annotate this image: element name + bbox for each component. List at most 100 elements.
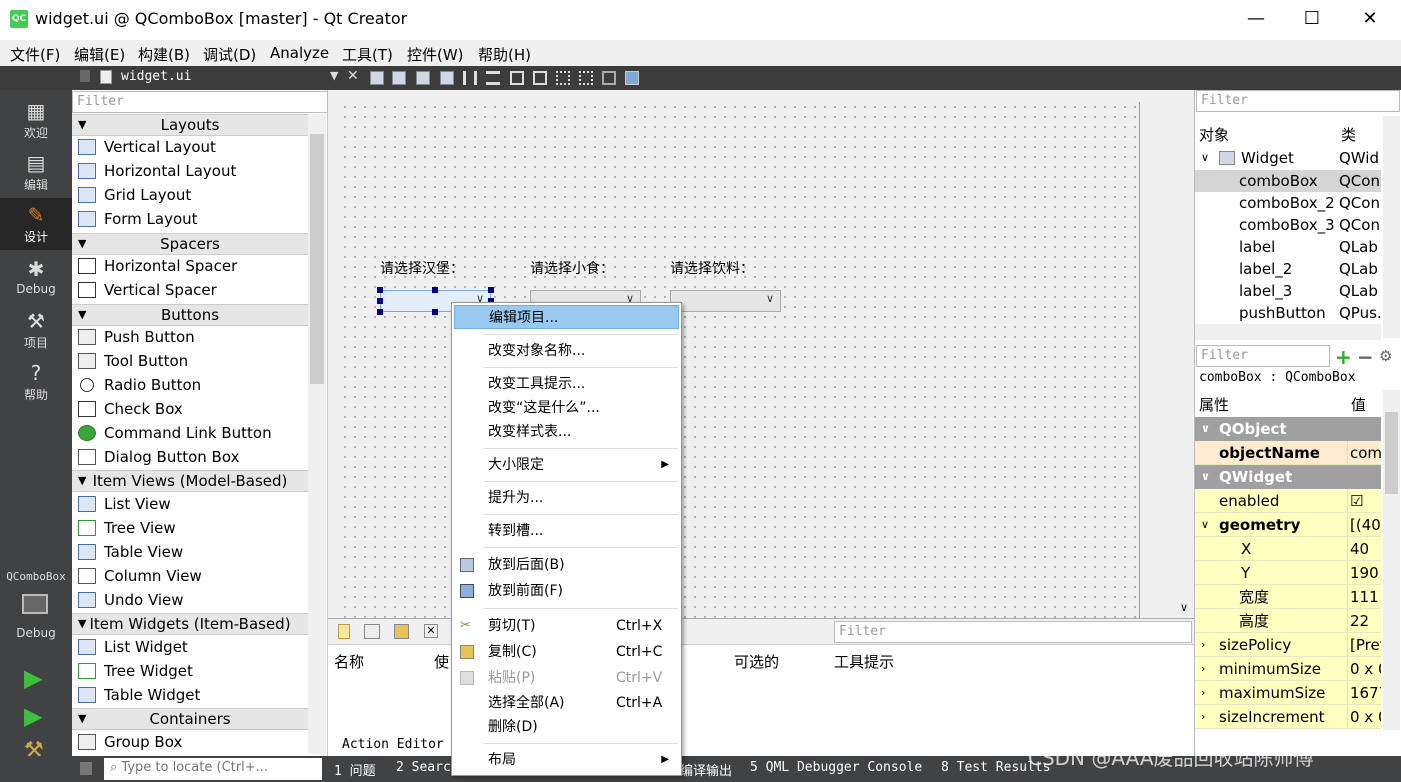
object-vscrollbar[interactable]	[1383, 116, 1400, 338]
category-item-views[interactable]: ▼ Item Views (Model-Based)	[72, 470, 308, 492]
mode-edit[interactable]: ▤ 编辑	[0, 146, 72, 198]
edit-signals-icon[interactable]	[392, 71, 406, 85]
close-editor-icon[interactable]: ✕	[347, 68, 359, 84]
widget-tree-view[interactable]: Tree View	[72, 516, 308, 540]
object-row-label-3[interactable]: label_3 QLab	[1195, 280, 1381, 302]
editor-filename[interactable]: widget.ui	[121, 69, 191, 84]
layout-form-icon[interactable]	[579, 71, 593, 85]
layout-splitter-h-icon[interactable]	[510, 71, 524, 85]
widget-tool-button[interactable]: Tool Button	[72, 349, 308, 373]
menu-delete[interactable]: 删除(D)	[454, 715, 679, 739]
label-burger[interactable]: 请选择汉堡：	[380, 258, 464, 278]
prop-sizeincrement[interactable]: ›sizeIncrement0 x 0	[1195, 705, 1381, 729]
add-property-icon[interactable]: +	[1335, 345, 1352, 369]
widget-group-box[interactable]: Group Box	[72, 730, 308, 754]
object-row-label-2[interactable]: label_2 QLab	[1195, 258, 1381, 280]
widget-filter-input[interactable]: Filter	[72, 91, 328, 113]
prop-maximumsize[interactable]: ›maximumSize1677	[1195, 681, 1381, 705]
monitor-icon[interactable]	[22, 594, 48, 614]
widget-box-scroll-thumb[interactable]	[310, 134, 324, 384]
object-hscrollbar[interactable]	[1195, 324, 1381, 340]
compile-output-tab[interactable]: 编译输出	[680, 760, 732, 779]
property-scrollbar[interactable]	[1383, 390, 1400, 730]
menu-layout[interactable]: 布局 ▶	[454, 748, 679, 772]
menu-edit-items[interactable]: 编辑项目...	[454, 305, 679, 329]
menu-copy[interactable]: 复制(C) Ctrl+C	[454, 640, 679, 664]
menu-select-all[interactable]: 选择全部(A) Ctrl+A	[454, 691, 679, 715]
widget-check-box[interactable]: Check Box	[72, 397, 308, 421]
property-column-header[interactable]: 属性	[1199, 394, 1229, 415]
prop-geometry-height[interactable]: 高度 22	[1195, 609, 1381, 633]
object-row-combobox[interactable]: comboBox QCon	[1195, 170, 1381, 192]
widget-table-widget[interactable]: Table Widget	[72, 683, 308, 707]
object-row-widget[interactable]: ∨ Widget QWid	[1195, 147, 1381, 169]
layout-splitter-v-icon[interactable]	[533, 71, 547, 85]
menu-edit[interactable]: 编辑(E)	[74, 44, 125, 65]
qml-debugger-console-tab[interactable]: 5 QML Debugger Console	[750, 760, 922, 775]
delete-action-icon[interactable]: ✕	[424, 624, 438, 638]
adjust-size-icon[interactable]	[625, 71, 639, 85]
edit-tab-order-icon[interactable]	[440, 71, 454, 85]
locator-input[interactable]: ⌕ Type to locate (Ctrl+...	[104, 758, 322, 780]
remove-property-icon[interactable]: −	[1357, 345, 1374, 369]
menu-send-to-back[interactable]: 放到后面(B)	[454, 553, 679, 577]
combobox-drink[interactable]: ∨	[670, 290, 781, 312]
group-qobject[interactable]: ∨ QObject	[1195, 417, 1381, 441]
menu-go-to-slot[interactable]: 转到槽...	[454, 519, 679, 543]
widget-horizontal-spacer[interactable]: Horizontal Spacer	[72, 254, 308, 278]
object-row-combobox-3[interactable]: comboBox_3 QCon	[1195, 214, 1381, 236]
widget-vertical-layout[interactable]: Vertical Layout	[72, 135, 308, 159]
property-filter-input[interactable]: Filter	[1196, 345, 1330, 367]
prop-objectname[interactable]: objectName com	[1195, 441, 1381, 465]
new-action-icon[interactable]	[338, 624, 350, 639]
debug-run-icon[interactable]: ▶	[24, 702, 42, 730]
menu-promote-to[interactable]: 提升为...	[454, 486, 679, 510]
property-scroll-thumb[interactable]	[1385, 412, 1398, 494]
maximize-button[interactable]: ☐	[1283, 0, 1341, 40]
layout-vertical-icon[interactable]	[486, 71, 500, 85]
mode-welcome[interactable]: ▦ 欢迎	[0, 94, 72, 146]
selection-handle[interactable]	[377, 298, 383, 304]
object-filter-input[interactable]: Filter	[1196, 90, 1400, 112]
object-row-label[interactable]: label QLab	[1195, 236, 1381, 258]
widget-vertical-spacer[interactable]: Vertical Spacer	[72, 278, 308, 302]
menu-file[interactable]: 文件(F)	[10, 44, 60, 65]
menu-size-constraints[interactable]: 大小限定 ▶	[454, 453, 679, 477]
mode-help[interactable]: ? 帮助	[0, 356, 72, 408]
toggle-sidebar-icon[interactable]	[80, 762, 92, 775]
form-scrollbar[interactable]: ∨	[1176, 90, 1194, 618]
prop-geometry-x[interactable]: X 40	[1195, 537, 1381, 561]
copy-action-icon[interactable]	[364, 624, 380, 639]
widget-dialog-button-box[interactable]: Dialog Button Box	[72, 445, 308, 469]
mode-debug[interactable]: ✱ Debug	[0, 252, 72, 304]
layout-horizontal-icon[interactable]	[463, 71, 477, 85]
mode-design[interactable]: ✎ 设计	[0, 198, 72, 250]
widget-grid-layout[interactable]: Grid Layout	[72, 183, 308, 207]
widget-column-view[interactable]: Column View	[72, 564, 308, 588]
action-filter-input[interactable]: Filter	[834, 621, 1192, 643]
prop-enabled[interactable]: enabled ☑	[1195, 489, 1381, 513]
menu-cut[interactable]: ✂ 剪切(T) Ctrl+X	[454, 614, 679, 638]
value-column-header[interactable]: 值	[1351, 394, 1366, 415]
configure-wrench-icon[interactable]: ⚙	[1379, 347, 1392, 365]
widget-radio-button[interactable]: Radio Button	[72, 373, 308, 397]
column-checkable[interactable]: 可选的	[734, 651, 779, 672]
widget-tree-widget[interactable]: Tree Widget	[72, 659, 308, 683]
selection-handle[interactable]	[432, 287, 438, 293]
menu-change-tooltip[interactable]: 改变工具提示...	[454, 372, 679, 396]
menu-debug[interactable]: 调试(D)	[203, 44, 256, 65]
selection-handle[interactable]	[377, 287, 383, 293]
column-tooltip[interactable]: 工具提示	[834, 651, 894, 672]
kit-name[interactable]: QComboBox	[0, 570, 72, 583]
menu-change-stylesheet[interactable]: 改变样式表...	[454, 420, 679, 444]
chevron-down-icon[interactable]: ▼	[330, 69, 338, 82]
object-row-pushbutton[interactable]: pushButton QPus.	[1195, 302, 1381, 324]
menu-help[interactable]: 帮助(H)	[478, 44, 531, 65]
paste-action-icon[interactable]	[394, 624, 409, 639]
issues-tab[interactable]: 1 问题	[334, 760, 376, 779]
object-column-header[interactable]: 对象	[1199, 124, 1229, 145]
selection-handle[interactable]	[432, 309, 438, 315]
column-name[interactable]: 名称	[334, 651, 364, 672]
widget-list-view[interactable]: List View	[72, 492, 308, 516]
selection-handle[interactable]	[377, 309, 383, 315]
